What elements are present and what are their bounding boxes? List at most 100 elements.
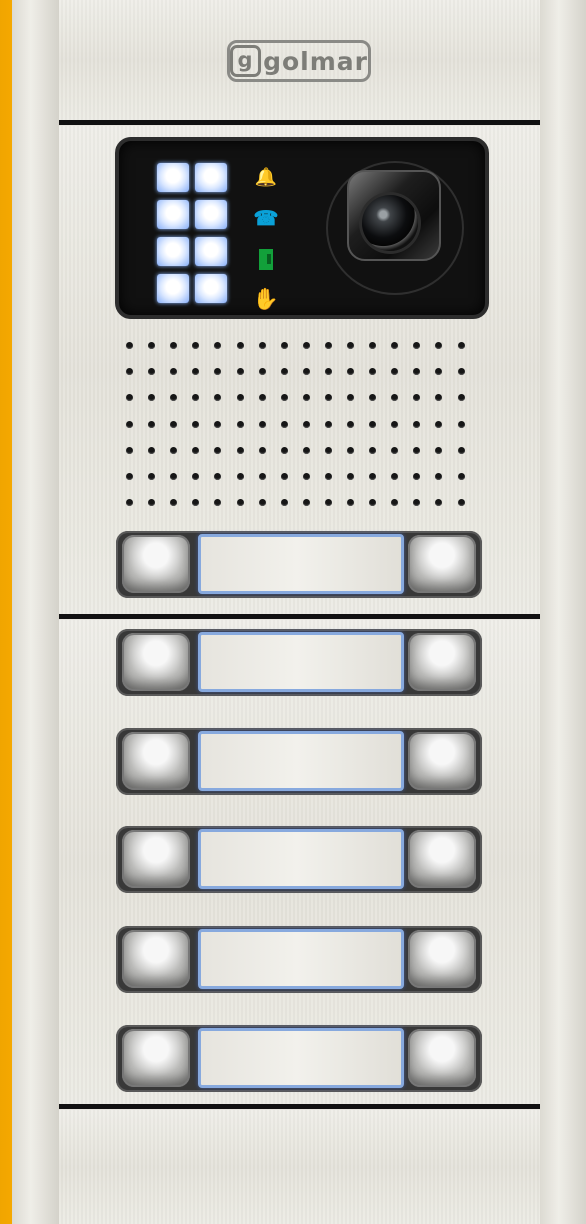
speaker-hole [369,342,377,349]
speaker-hole [192,394,200,402]
speaker-hole [435,446,443,454]
left-call-button[interactable] [122,535,190,593]
speaker-hole [214,420,222,428]
speaker-hole [413,394,421,402]
keypad-key[interactable] [195,163,227,192]
speaker-hole [347,499,354,507]
speaker-hole [435,368,443,376]
keypad-key[interactable] [195,237,227,266]
name-card [198,731,404,791]
logo-text: golmar [263,46,368,76]
speaker-hole [126,446,133,454]
speaker-hole [170,368,178,376]
middle-seam [59,614,540,619]
bottom-plate [59,1110,540,1224]
keypad-key[interactable] [195,200,227,229]
speaker-hole [126,473,133,480]
speaker-hole [170,342,178,349]
right-call-button[interactable] [408,633,476,691]
speaker-hole [280,394,288,402]
speaker-hole [236,420,244,428]
name-card [198,1028,404,1088]
speaker-hole [435,473,443,480]
speaker-hole [170,446,178,454]
keypad [157,163,227,303]
speaker-hole [170,420,178,428]
speaker-hole [391,446,399,454]
keypad-key[interactable] [157,274,189,303]
right-call-button[interactable] [408,732,476,790]
speaker-hole [302,446,310,454]
speaker-hole [258,394,266,402]
speaker-hole [170,499,178,507]
left-call-button[interactable] [122,633,190,691]
speaker-hole [236,473,244,480]
right-call-button[interactable] [408,830,476,888]
speaker-hole [214,394,222,402]
call-button-row [116,629,482,696]
speaker-hole [170,473,178,480]
keypad-key[interactable] [157,200,189,229]
speaker-hole [391,368,399,376]
name-card [198,929,404,989]
speaker-hole [302,420,310,428]
right-call-button[interactable] [408,535,476,593]
speaker-hole [347,473,354,480]
speaker-hole [302,368,310,376]
golmar-logo: g golmar [227,40,371,82]
speaker-hole [369,473,377,480]
speaker-hole [457,394,465,402]
speaker-hole [258,342,266,349]
camera-lens [362,195,418,251]
speaker-hole [236,499,244,507]
speaker-hole [192,473,200,480]
right-call-button[interactable] [408,930,476,988]
speaker-hole [413,446,421,454]
speaker-hole [280,368,288,376]
speaker-hole [324,473,332,480]
speaker-hole [369,394,377,402]
speaker-hole [324,394,332,402]
speaker-hole [369,499,377,507]
left-call-button[interactable] [122,732,190,790]
speaker-hole [413,499,421,507]
call-button-row [116,531,482,598]
speaker-hole [214,499,222,507]
speaker-hole [324,446,332,454]
speaker-hole [302,499,310,507]
door-icon [256,248,276,270]
speaker-hole [457,499,465,507]
keypad-key[interactable] [195,274,227,303]
speaker-grille [126,342,472,512]
speaker-hole [435,394,443,402]
speaker-hole [324,342,332,349]
keypad-key[interactable] [157,237,189,266]
left-call-button[interactable] [122,930,190,988]
speaker-hole [170,394,178,402]
speaker-hole [148,368,156,376]
speaker-hole [413,473,421,480]
speaker-hole [126,368,133,376]
speaker-hole [192,342,200,349]
left-call-button[interactable] [122,830,190,888]
speaker-hole [280,499,288,507]
speaker-hole [413,420,421,428]
left-call-button[interactable] [122,1029,190,1087]
speaker-hole [192,420,200,428]
speaker-hole [435,499,443,507]
speaker-hole [148,394,156,402]
speaker-hole [148,420,156,428]
speaker-hole [236,368,244,376]
speaker-hole [280,342,288,349]
speaker-hole [413,368,421,376]
call-button-row [116,1025,482,1092]
speaker-hole [457,368,465,376]
keypad-key[interactable] [157,163,189,192]
speaker-hole [148,473,156,480]
speaker-hole [324,368,332,376]
right-call-button[interactable] [408,1029,476,1087]
speaker-hole [258,420,266,428]
speaker-hole [214,473,222,480]
left-side-rail [12,0,59,1224]
speaker-hole [192,446,200,454]
